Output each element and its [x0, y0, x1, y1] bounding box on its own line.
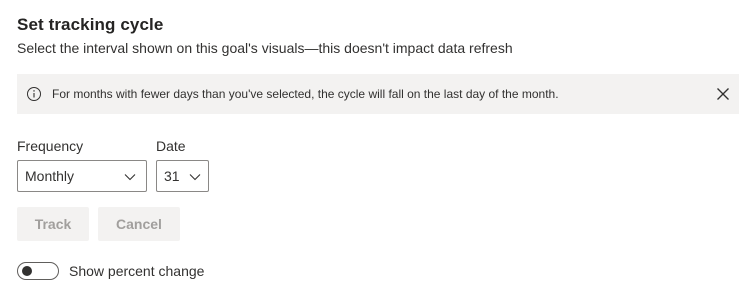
track-button[interactable]: Track	[17, 207, 89, 241]
frequency-dropdown[interactable]: Monthly	[17, 160, 147, 192]
date-dropdown[interactable]: 31	[156, 160, 209, 192]
close-icon[interactable]	[713, 84, 733, 104]
date-selected-value: 31	[164, 168, 180, 184]
dialog-title: Set tracking cycle	[17, 15, 164, 34]
chevron-down-icon	[189, 170, 201, 182]
cancel-button[interactable]: Cancel	[98, 207, 180, 241]
info-banner: For months with fewer days than you've s…	[17, 74, 739, 114]
banner-message: For months with fewer days than you've s…	[52, 87, 559, 101]
percent-change-toggle[interactable]	[17, 262, 59, 280]
toggle-knob	[22, 266, 32, 276]
percent-change-toggle-row: Show percent change	[17, 262, 204, 280]
frequency-selected-value: Monthly	[25, 168, 75, 184]
frequency-label: Frequency	[17, 138, 84, 154]
chevron-down-icon	[124, 170, 136, 182]
info-icon	[26, 86, 42, 102]
percent-change-label: Show percent change	[69, 263, 205, 279]
tracking-cycle-panel: Set tracking cycle Select the interval s…	[0, 0, 752, 300]
dialog-subtitle: Select the interval shown on this goal's…	[17, 40, 513, 56]
date-label: Date	[156, 138, 186, 154]
